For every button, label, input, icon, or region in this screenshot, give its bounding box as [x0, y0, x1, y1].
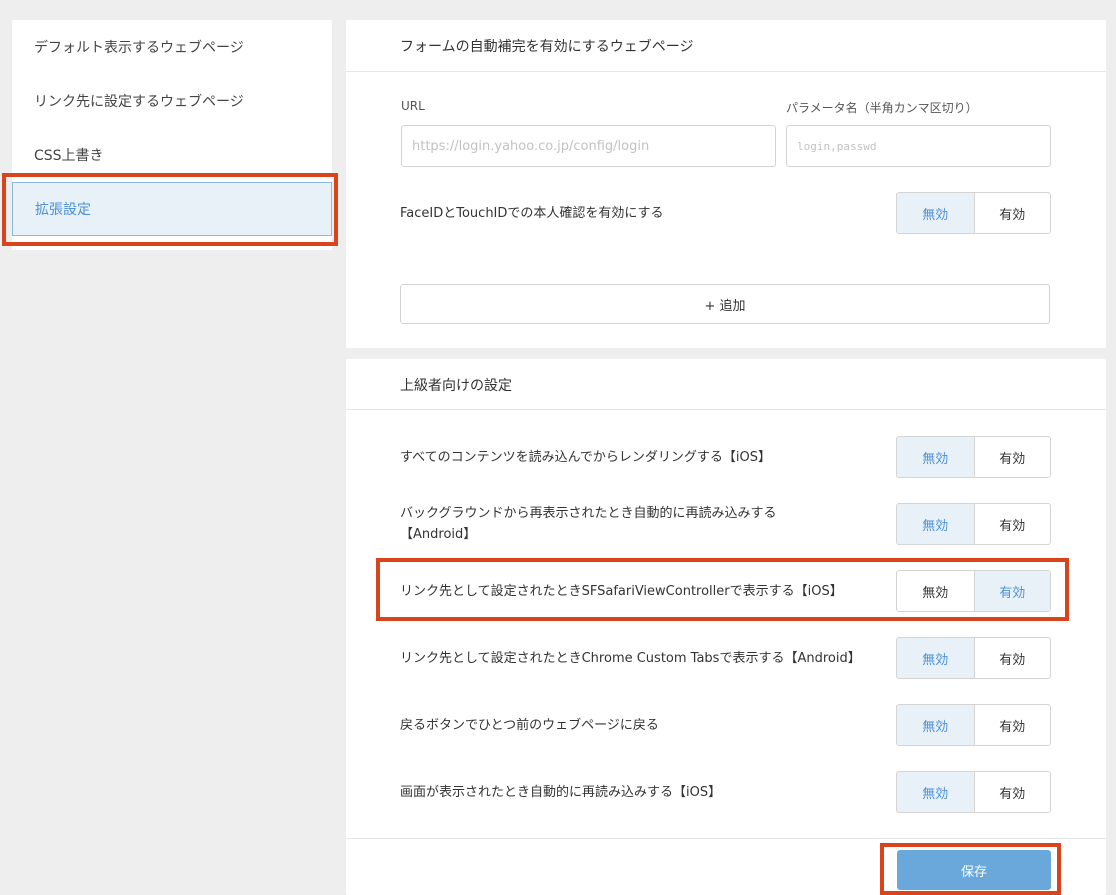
setting-toggle-chrome-custom-tabs: 無効 有効	[896, 637, 1051, 679]
setting-toggle-back-button: 無効 有効	[896, 704, 1051, 746]
advanced-card-title: 上級者向けの設定	[400, 378, 512, 394]
sidebar-item-default-page[interactable]: デフォルト表示するウェブページ	[12, 20, 332, 74]
advanced-card: 上級者向けの設定 すべてのコンテンツを読み込んでからレンダリングする【iOS】 …	[346, 359, 1106, 895]
setting-toggle-sfsafari: 無効 有効	[896, 570, 1051, 612]
param-label: パラメータ名（半角カンマ区切り）	[786, 101, 978, 115]
sidebar-item-link-page[interactable]: リンク先に設定するウェブページ	[12, 74, 332, 128]
toggle-off-option[interactable]: 無効	[897, 772, 974, 812]
toggle-off-option[interactable]: 無効	[897, 193, 974, 233]
toggle-on-option[interactable]: 有効	[973, 571, 1050, 611]
toggle-on-option[interactable]: 有効	[973, 638, 1051, 678]
setting-label-chrome-custom-tabs: リンク先として設定されたときChrome Custom Tabsで表示する【An…	[400, 651, 861, 666]
divider	[346, 71, 1106, 72]
add-button[interactable]: + 追加	[400, 284, 1050, 324]
toggle-off-option[interactable]: 無効	[897, 571, 974, 611]
sidebar-item-label: 拡張設定	[35, 202, 91, 218]
toggle-on-option[interactable]: 有効	[973, 705, 1051, 745]
setting-toggle-background-reload: 無効 有効	[896, 503, 1051, 545]
toggle-on-option[interactable]: 有効	[973, 437, 1051, 477]
divider	[346, 409, 1106, 410]
param-input[interactable]	[786, 125, 1051, 167]
sidebar: デフォルト表示するウェブページ リンク先に設定するウェブページ CSS上書き 拡…	[12, 20, 332, 250]
toggle-on-option[interactable]: 有効	[973, 772, 1051, 812]
toggle-on-option[interactable]: 有効	[973, 504, 1051, 544]
toggle-on-option[interactable]: 有効	[973, 193, 1051, 233]
save-button[interactable]: 保存	[897, 850, 1051, 890]
setting-label-auto-reload: 画面が表示されたとき自動的に再読み込みする【iOS】	[400, 785, 722, 800]
url-label: URL	[401, 99, 425, 113]
faceid-label: FaceIDとTouchIDでの本人確認を有効にする	[400, 206, 664, 221]
setting-toggle-auto-reload: 無効 有効	[896, 771, 1051, 813]
sidebar-item-extended-settings[interactable]: 拡張設定	[12, 182, 332, 236]
sidebar-item-label: リンク先に設定するウェブページ	[34, 94, 244, 110]
sidebar-item-label: CSS上書き	[34, 148, 104, 164]
setting-label-sfsafari: リンク先として設定されたときSFSafariViewControllerで表示す…	[400, 584, 843, 599]
setting-label-back-button: 戻るボタンでひとつ前のウェブページに戻る	[400, 718, 659, 733]
faceid-toggle: 無効 有効	[896, 192, 1051, 234]
toggle-off-option[interactable]: 無効	[897, 638, 974, 678]
toggle-off-option[interactable]: 無効	[897, 705, 974, 745]
setting-label-render-after-load: すべてのコンテンツを読み込んでからレンダリングする【iOS】	[400, 450, 772, 465]
toggle-off-option[interactable]: 無効	[897, 437, 974, 477]
sidebar-item-label: デフォルト表示するウェブページ	[34, 40, 244, 56]
autofill-card-title: フォームの自動補完を有効にするウェブページ	[400, 39, 694, 55]
autofill-card: フォームの自動補完を有効にするウェブページ URL パラメータ名（半角カンマ区切…	[346, 20, 1106, 348]
divider	[346, 838, 1106, 839]
url-input[interactable]	[401, 125, 776, 167]
setting-toggle-render-after-load: 無効 有効	[896, 436, 1051, 478]
sidebar-item-css-override[interactable]: CSS上書き	[12, 128, 332, 182]
setting-label-background-reload: バックグラウンドから再表示されたとき自動的に再読み込みする【Android】	[400, 506, 777, 542]
toggle-off-option[interactable]: 無効	[897, 504, 974, 544]
